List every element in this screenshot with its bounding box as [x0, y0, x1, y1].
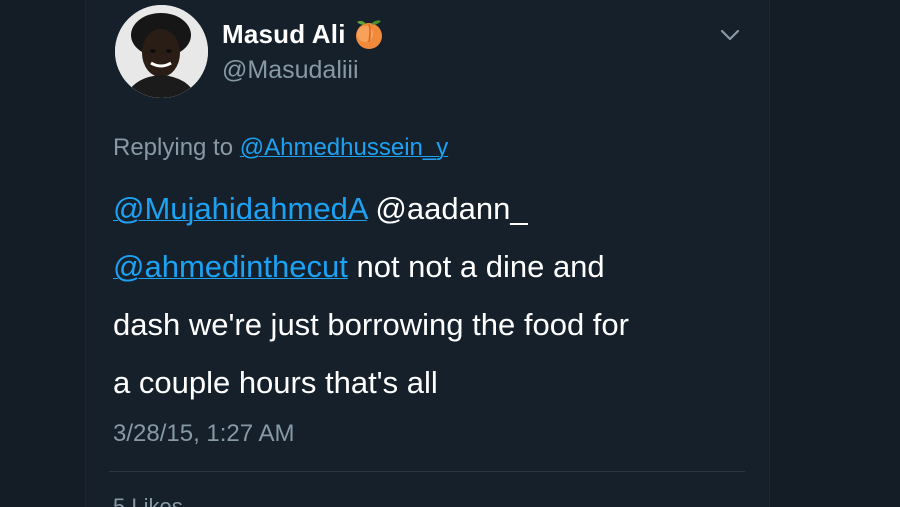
avatar-image — [115, 5, 208, 98]
screen: Masud Ali @Masudaliii Replying to @Ahmed… — [0, 0, 900, 507]
tweet-line-2: @ahmedinthecut not not a dine and — [113, 238, 733, 296]
replying-to-line: Replying to @Ahmedhussein_y — [113, 134, 448, 162]
tweet-text: @MujahidahmedA @aadann_ @ahmedinthecut n… — [113, 180, 733, 412]
tweet-timestamp[interactable]: 3/28/15, 1:27 AM — [113, 420, 294, 448]
peach-icon — [352, 18, 386, 50]
author-handle[interactable]: @Masudaliii — [222, 56, 359, 85]
likes-count[interactable]: 5 Likes — [113, 494, 183, 507]
tweet-line-4: a couple hours that's all — [113, 365, 438, 400]
mention-link[interactable]: @ahmedinthecut — [113, 249, 348, 284]
tweet-text-segment: not not a dine and — [347, 249, 605, 284]
display-name[interactable]: Masud Ali — [222, 19, 346, 50]
chevron-down-icon[interactable] — [717, 22, 743, 48]
tweet-line-1: @MujahidahmedA @aadann_ — [113, 180, 733, 238]
replying-to-link[interactable]: @Ahmedhussein_y — [240, 134, 448, 161]
mention-text[interactable]: @aadann_ — [375, 191, 527, 226]
mention-link[interactable]: @MujahidahmedA — [113, 191, 367, 226]
divider — [109, 471, 745, 472]
avatar[interactable] — [115, 5, 208, 98]
author-name-row[interactable]: Masud Ali — [222, 18, 386, 50]
tweet-line-3: dash we're just borrowing the food for — [113, 307, 629, 342]
replying-to-prefix: Replying to — [113, 134, 234, 161]
